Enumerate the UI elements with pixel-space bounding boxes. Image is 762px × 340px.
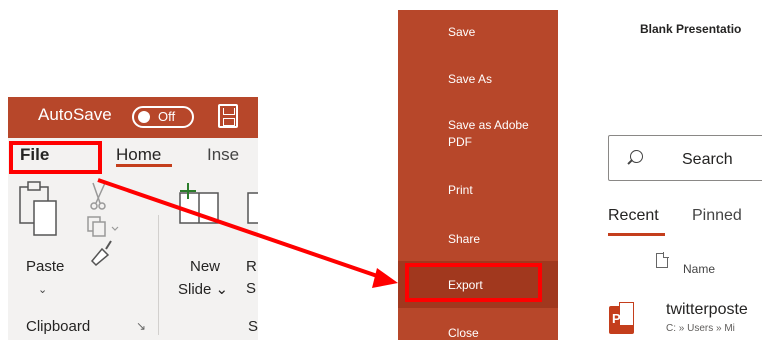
active-tab-indicator	[608, 233, 665, 236]
clipboard-group-label: Clipboard	[26, 318, 91, 335]
nav-save[interactable]: Save	[448, 24, 553, 41]
paste-button-label[interactable]: Paste	[26, 258, 64, 275]
reuse-label-partial-2[interactable]: S	[246, 280, 256, 297]
nav-share[interactable]: Share	[448, 231, 553, 248]
toggle-knob	[138, 111, 150, 123]
new-slide-dropdown[interactable]: Slide ⌄	[178, 280, 228, 298]
layout-icon[interactable]	[247, 192, 258, 224]
nav-save-as[interactable]: Save As	[448, 71, 553, 88]
save-icon[interactable]	[218, 104, 238, 128]
paste-icon[interactable]	[19, 181, 57, 236]
autosave-label: AutoSave	[38, 105, 112, 124]
active-tab-indicator	[116, 164, 172, 167]
file-page-shape	[619, 302, 634, 326]
tab-pinned[interactable]: Pinned	[692, 207, 742, 225]
tab-insert[interactable]: Inse	[207, 145, 239, 165]
backstage-view-crop: Save Save As Save as Adobe PDF Print Sha…	[398, 10, 762, 340]
cut-icon[interactable]	[90, 182, 106, 210]
file-name: twitterposte	[666, 301, 748, 318]
backstage-nav: Save Save As Save as Adobe PDF Print Sha…	[398, 10, 558, 340]
reuse-label-partial[interactable]: R	[246, 258, 257, 275]
column-header-name[interactable]: Name	[683, 262, 715, 276]
file-path: C: » Users » Mi	[666, 323, 735, 334]
dialog-launcher-icon[interactable]: ↘	[136, 319, 146, 333]
nav-print[interactable]: Print	[448, 182, 553, 199]
ribbon-icons	[19, 181, 258, 267]
tab-home[interactable]: Home	[116, 145, 161, 165]
document-title: Blank Presentatio	[640, 22, 742, 36]
new-slide-icon[interactable]	[179, 183, 219, 224]
nav-close[interactable]: Close	[448, 325, 553, 340]
title-bar: AutoSave Off	[8, 97, 258, 138]
export-highlight-box	[405, 263, 542, 302]
copy-icon[interactable]	[87, 216, 119, 237]
powerpoint-file-icon: P	[609, 302, 634, 334]
tab-recent[interactable]: Recent	[608, 207, 659, 225]
annotation-arrow-head	[372, 268, 398, 288]
paste-dropdown-arrow[interactable]: ⌄	[38, 283, 47, 296]
group-divider	[158, 215, 159, 335]
format-painter-icon[interactable]	[90, 240, 112, 267]
file-icon	[656, 252, 669, 268]
slides-group-label: Sl	[248, 318, 258, 335]
search-icon	[630, 150, 643, 163]
autosave-state: Off	[158, 109, 176, 124]
powerpoint-ribbon-crop: AutoSave Off File Home Inse Paste ⌄ New …	[8, 97, 258, 340]
new-slide-label[interactable]: New	[190, 258, 220, 275]
nav-save-as-adobe-pdf[interactable]: Save as Adobe PDF	[448, 117, 553, 151]
autosave-toggle[interactable]: Off	[132, 106, 194, 128]
search-placeholder: Search	[682, 151, 733, 168]
ppt-icon-letter: P	[612, 311, 621, 326]
